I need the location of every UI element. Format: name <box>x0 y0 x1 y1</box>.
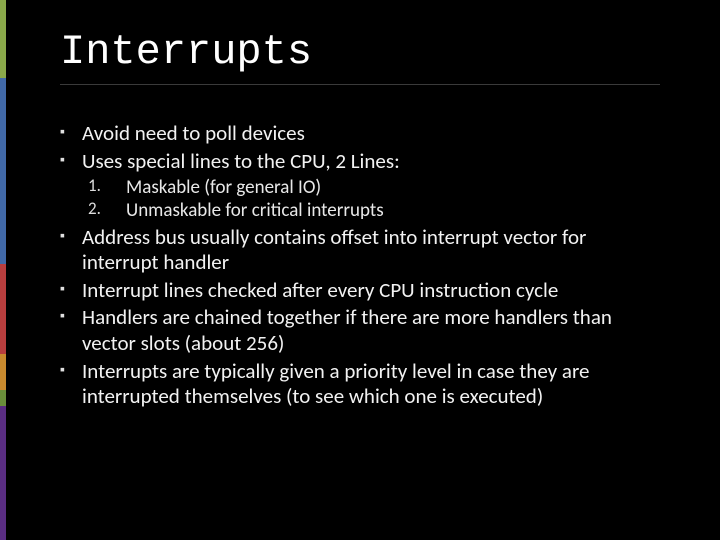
bullet-text: Uses special lines to the CPU, 2 Lines: <box>82 148 400 174</box>
sub-item: 2. Unmaskable for critical interrupts <box>126 199 660 222</box>
sub-text: Unmaskable for critical interrupts <box>126 199 384 222</box>
bullet-item: Address bus usually contains offset into… <box>82 225 660 276</box>
slide-title: Interrupts <box>60 28 660 76</box>
sub-list: 1. Maskable (for general IO) 2. Unmaskab… <box>82 176 660 222</box>
bullet-item: Uses special lines to the CPU, 2 Lines: … <box>82 149 660 223</box>
sub-text: Maskable (for general IO) <box>126 176 321 199</box>
bullet-list: Avoid need to poll devices Uses special … <box>60 121 660 410</box>
sub-item: 1. Maskable (for general IO) <box>126 176 660 199</box>
bullet-item: Interrupts are typically given a priorit… <box>82 359 660 410</box>
bullet-item: Interrupt lines checked after every CPU … <box>82 278 660 304</box>
divider <box>60 84 660 85</box>
bullet-item: Avoid need to poll devices <box>82 121 660 147</box>
sub-number: 1. <box>88 176 101 197</box>
bullet-item: Handlers are chained together if there a… <box>82 305 660 356</box>
slide: Interrupts Avoid need to poll devices Us… <box>0 0 720 540</box>
sub-number: 2. <box>88 199 101 220</box>
